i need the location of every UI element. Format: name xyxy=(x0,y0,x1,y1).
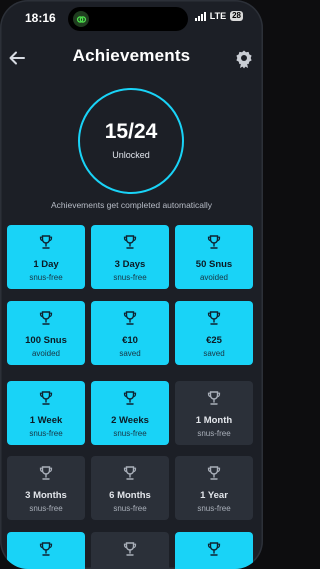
achievement-title: 2 Weeks xyxy=(111,415,149,426)
badge-icon xyxy=(236,50,252,69)
dynamic-island xyxy=(68,7,188,31)
page-title: Achievements xyxy=(72,46,191,65)
achievement-title: 1 Year xyxy=(200,490,228,501)
trophy-icon xyxy=(91,541,169,557)
trophy-icon xyxy=(7,234,85,250)
trophy-icon xyxy=(7,390,85,406)
achievement-title: 1 Day xyxy=(33,259,59,270)
status-time: 18:16 xyxy=(25,11,56,25)
achievement-title: €10 xyxy=(122,335,138,346)
achievement-subtitle: snus-free xyxy=(113,273,147,282)
battery-icon: 28 xyxy=(230,11,243,21)
achievement-tile[interactable]: €25 saved xyxy=(175,301,253,365)
achievement-title: 3 Days xyxy=(114,259,146,270)
achievement-tile[interactable]: €10 saved xyxy=(91,301,169,365)
unlocked-count: 15/24 xyxy=(104,120,158,143)
achievement-subtitle: snus-free xyxy=(197,504,231,513)
trophy-icon xyxy=(175,541,253,557)
trophy-icon xyxy=(91,390,169,406)
achievement-title: €25 xyxy=(206,335,222,346)
achievement-title: 6 Months xyxy=(109,490,151,501)
progress-ring: 15/24 Unlocked xyxy=(78,88,184,194)
achievement-tile[interactable]: 1 Week snus-free xyxy=(7,381,85,445)
trophy-icon xyxy=(91,234,169,250)
signal-icon xyxy=(194,11,206,21)
achievement-subtitle: snus-free xyxy=(29,429,63,438)
trophy-icon xyxy=(7,465,85,481)
achievement-tile[interactable]: 2 Weeks snus-free xyxy=(91,381,169,445)
achievement-subtitle: snus-free xyxy=(29,273,63,282)
achievement-subtitle: avoided xyxy=(199,273,229,282)
achievement-tile[interactable]: 1 Year snus-free xyxy=(175,456,253,520)
trophy-icon xyxy=(175,310,253,326)
achievement-subtitle: snus-free xyxy=(29,504,63,513)
achievement-tile[interactable]: 100 Snus avoided xyxy=(7,301,85,365)
achievement-tile[interactable]: 50 Snus avoided xyxy=(175,225,253,289)
link-icon xyxy=(73,11,89,27)
trophy-icon xyxy=(7,541,85,557)
achievement-tile[interactable] xyxy=(7,532,85,569)
achievement-subtitle: snus-free xyxy=(113,429,147,438)
trophy-icon xyxy=(91,310,169,326)
achievement-subtitle: avoided xyxy=(31,349,61,358)
achievement-subtitle: saved xyxy=(203,349,225,358)
achievement-subtitle: snus-free xyxy=(197,429,231,438)
achievement-tile[interactable]: 6 Months snus-free xyxy=(91,456,169,520)
app-screen: 18:16 LTE 28 Achievements 15/24 Unlocked… xyxy=(0,0,263,569)
status-indicators: LTE 28 xyxy=(194,11,243,21)
trophy-icon xyxy=(175,390,253,406)
achievement-tile[interactable]: 1 Day snus-free xyxy=(7,225,85,289)
achievement-tile[interactable]: 1 Month snus-free xyxy=(175,381,253,445)
achievement-title: 3 Months xyxy=(25,490,67,501)
unlocked-label: Unlocked xyxy=(112,150,150,160)
achievement-title: 50 Snus xyxy=(195,259,233,270)
achievement-tile[interactable]: 3 Days snus-free xyxy=(91,225,169,289)
achievement-title: 1 Week xyxy=(29,415,63,426)
trophy-icon xyxy=(91,465,169,481)
achievement-title: 100 Snus xyxy=(25,335,67,346)
network-label: LTE xyxy=(209,11,227,21)
achievements-hint: Achievements get completed automatically xyxy=(50,200,213,210)
achievement-subtitle: saved xyxy=(119,349,141,358)
achievement-tile[interactable] xyxy=(91,532,169,569)
trophy-icon xyxy=(7,310,85,326)
achievement-subtitle: snus-free xyxy=(113,504,147,513)
trophy-icon xyxy=(175,234,253,250)
achievement-tile[interactable] xyxy=(175,532,253,569)
trophy-icon xyxy=(175,465,253,481)
achievement-tile[interactable]: 3 Months snus-free xyxy=(7,456,85,520)
achievement-title: 1 Month xyxy=(195,415,233,426)
badge-button[interactable] xyxy=(234,49,254,69)
